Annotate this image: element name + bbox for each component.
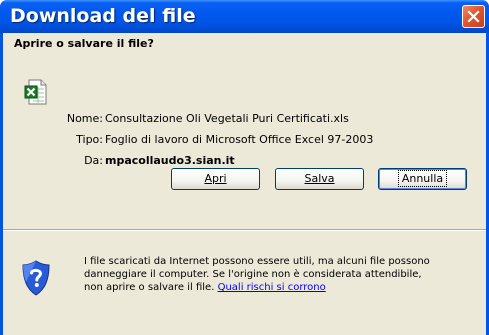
risks-link[interactable]: Quali rischi si corrono: [218, 282, 326, 293]
cancel-button[interactable]: Annulla: [378, 168, 467, 190]
window-title: Download del file: [10, 5, 196, 27]
name-value: Consultazione Oli Vegetali Puri Certific…: [105, 112, 349, 125]
warning-line-2: danneggiare il computer. Se l'origine no…: [84, 269, 422, 280]
shield-icon: [22, 260, 50, 296]
type-value: Foglio di lavoro di Microsoft Office Exc…: [105, 133, 374, 146]
warning-line-1: I file scaricati da Internet possono ess…: [84, 256, 430, 267]
dialog-heading: Aprire o salvare il file?: [14, 37, 154, 50]
close-icon: [467, 10, 480, 23]
warning-line-3: non aprire o salvare il file.: [84, 282, 215, 293]
name-label: Nome:: [66, 112, 103, 125]
save-button-label: Salva: [304, 172, 335, 185]
title-bar[interactable]: Download del file: [0, 0, 489, 33]
security-warning: I file scaricati da Internet possono ess…: [84, 255, 479, 294]
source-label: Da:: [84, 154, 103, 167]
close-button[interactable]: [462, 5, 485, 28]
open-button-label: Apri: [204, 172, 227, 185]
warning-line-3-wrap: non aprire o salvare il file. Quali risc…: [84, 281, 479, 294]
type-label: Tipo:: [76, 133, 103, 146]
save-button[interactable]: Salva: [275, 168, 364, 190]
cancel-button-label: Annulla: [397, 170, 448, 187]
source-value: mpacollaudo3.sian.it: [105, 154, 235, 167]
divider: [3, 229, 486, 231]
excel-file-icon: [24, 79, 47, 105]
open-button[interactable]: Apri: [171, 168, 260, 190]
